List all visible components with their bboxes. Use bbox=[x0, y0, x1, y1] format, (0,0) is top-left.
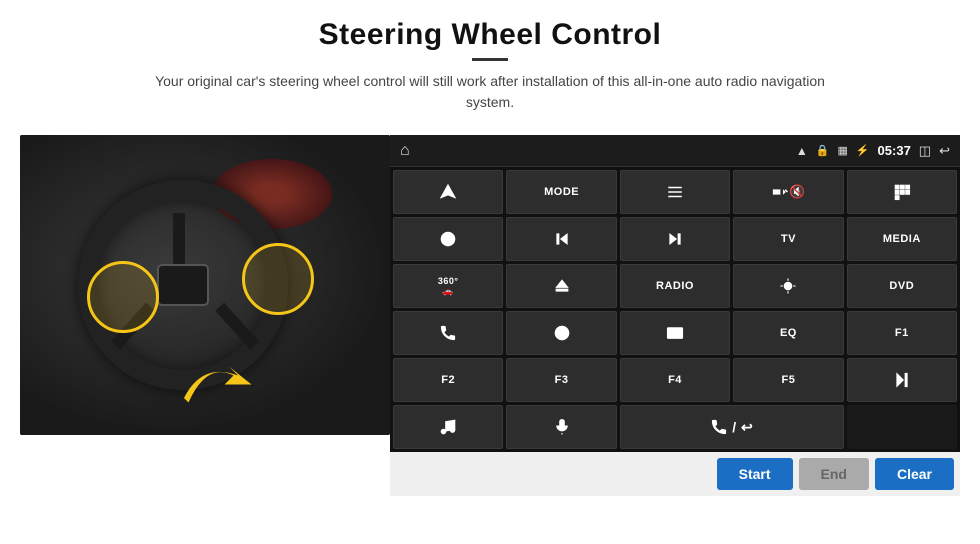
bluetooth-icon: ⚡ bbox=[856, 144, 870, 157]
mute-button[interactable]: 🔇 bbox=[733, 170, 843, 214]
next-button[interactable] bbox=[620, 217, 730, 261]
button-grid: MODE 🔇 bbox=[390, 167, 960, 452]
list-button[interactable] bbox=[620, 170, 730, 214]
time-display: 05:37 bbox=[878, 143, 911, 158]
dvd-button[interactable]: DVD bbox=[847, 264, 957, 308]
mic-button[interactable] bbox=[506, 405, 616, 449]
empty-r6c5 bbox=[847, 405, 957, 449]
status-bar: ⌂ ▲ 🔒 ▦ ⚡ 05:37 ◫ ↩ bbox=[390, 135, 960, 167]
window-icon: ◫ bbox=[919, 143, 931, 159]
eject-button[interactable] bbox=[506, 264, 616, 308]
end-button[interactable]: End bbox=[799, 458, 869, 490]
content-area: ⌂ ▲ 🔒 ▦ ⚡ 05:37 ◫ ↩ bbox=[20, 135, 960, 496]
call-end-button[interactable]: / ↩ bbox=[620, 405, 844, 449]
360-button[interactable]: 360°🚗 bbox=[393, 264, 503, 308]
sw-background bbox=[20, 135, 390, 435]
page-title: Steering Wheel Control bbox=[140, 18, 840, 52]
title-divider bbox=[472, 58, 508, 61]
sw-hub bbox=[157, 264, 209, 306]
play-pause-button[interactable] bbox=[847, 358, 957, 402]
screen-button[interactable] bbox=[620, 311, 730, 355]
page-container: Steering Wheel Control Your original car… bbox=[0, 0, 980, 544]
page-subtitle: Your original car's steering wheel contr… bbox=[140, 71, 840, 113]
mode-button[interactable]: MODE bbox=[506, 170, 616, 214]
start-button[interactable]: Start bbox=[717, 458, 793, 490]
steering-wheel-image bbox=[20, 135, 390, 435]
lock-icon: 🔒 bbox=[816, 144, 830, 157]
back-icon[interactable]: ↩ bbox=[939, 143, 950, 159]
highlight-left bbox=[87, 261, 159, 333]
media-button[interactable]: MEDIA bbox=[847, 217, 957, 261]
highlight-right bbox=[242, 243, 314, 315]
brightness-button[interactable] bbox=[733, 264, 843, 308]
clear-button[interactable]: Clear bbox=[875, 458, 954, 490]
radio-button[interactable]: RADIO bbox=[620, 264, 730, 308]
head-unit-panel: ⌂ ▲ 🔒 ▦ ⚡ 05:37 ◫ ↩ bbox=[390, 135, 960, 496]
phone-button[interactable] bbox=[393, 311, 503, 355]
f5-button[interactable]: F5 bbox=[733, 358, 843, 402]
f1-button[interactable]: F1 bbox=[847, 311, 957, 355]
f4-button[interactable]: F4 bbox=[620, 358, 730, 402]
sim-icon: ▦ bbox=[837, 144, 847, 157]
prev-button[interactable] bbox=[506, 217, 616, 261]
music-button[interactable] bbox=[393, 405, 503, 449]
eq-button[interactable]: EQ bbox=[733, 311, 843, 355]
apps-button[interactable] bbox=[847, 170, 957, 214]
tv-button[interactable]: TV bbox=[733, 217, 843, 261]
status-left: ⌂ bbox=[400, 142, 410, 160]
browse-button[interactable] bbox=[506, 311, 616, 355]
sw-spoke-top bbox=[173, 213, 185, 265]
f3-button[interactable]: F3 bbox=[506, 358, 616, 402]
bottom-action-bar: Start End Clear bbox=[390, 452, 960, 496]
f2-button[interactable]: F2 bbox=[393, 358, 503, 402]
arrow-icon bbox=[175, 340, 265, 420]
title-section: Steering Wheel Control Your original car… bbox=[140, 18, 840, 113]
status-right: ▲ 🔒 ▦ ⚡ 05:37 ◫ ↩ bbox=[796, 143, 950, 159]
wifi-icon: ▲ bbox=[796, 144, 808, 158]
home-icon[interactable]: ⌂ bbox=[400, 142, 410, 160]
navigate-button[interactable] bbox=[393, 170, 503, 214]
settings-circle-button[interactable] bbox=[393, 217, 503, 261]
